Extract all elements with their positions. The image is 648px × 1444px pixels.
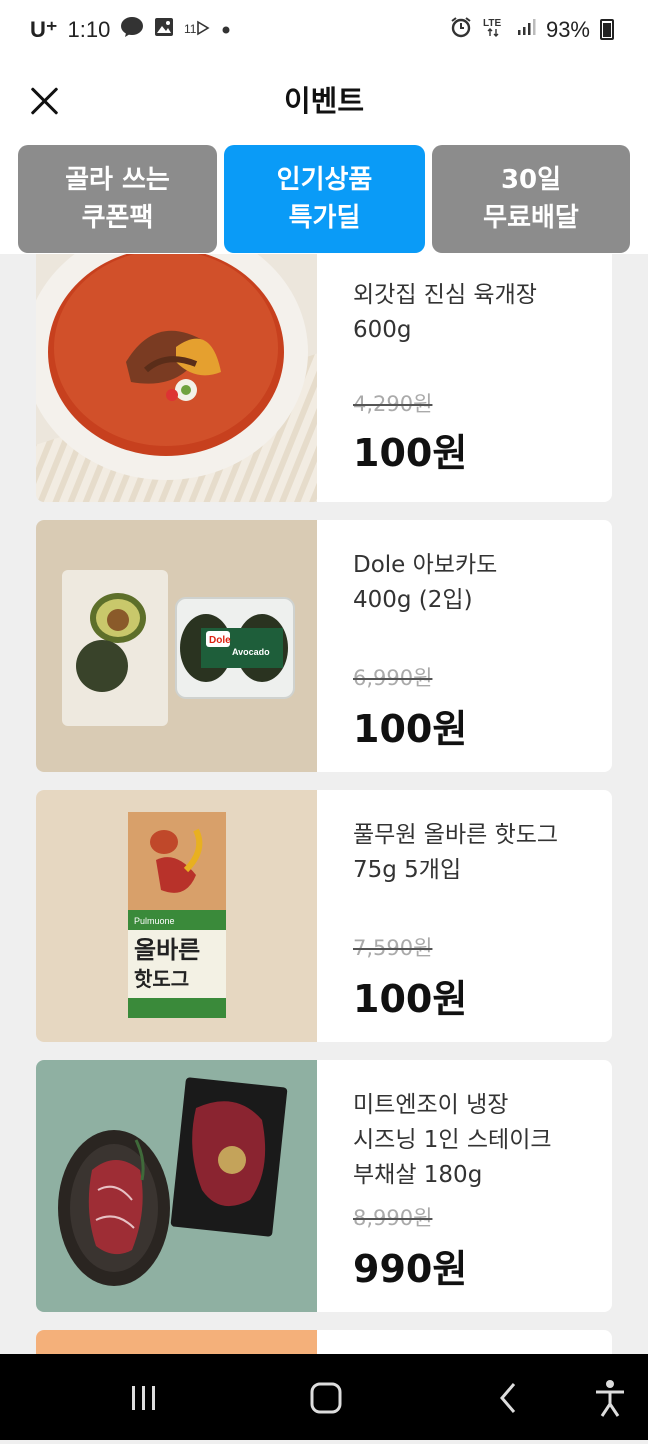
product-image <box>36 254 317 502</box>
tab-coupon-pack[interactable]: 골라 쓰는쿠폰팩 <box>18 145 217 253</box>
product-list[interactable]: 외갓집 진심 육개장 600g 4,290원 100원 Dole Avocado <box>0 254 648 1354</box>
event-tabs: 골라 쓰는쿠폰팩 인기상품특가딜 30일무료배달 <box>0 145 648 254</box>
carrier-label: U⁺ <box>30 16 58 42</box>
hotdog-title-1: 올바른 <box>134 936 200 964</box>
tab-popular-deals[interactable]: 인기상품특가딜 <box>224 145 425 253</box>
status-bar: U⁺ 1:10 11 LTE 93% <box>0 0 648 60</box>
product-name: 미트엔조이 냉장 시즈닝 1인 스테이크 부채살 180g <box>353 1092 552 1188</box>
product-name: 풀무원 올바른 핫도그 75g 5개입 <box>353 822 559 883</box>
lte-icon: LTE <box>482 16 506 43</box>
recent-apps-icon[interactable] <box>96 1354 196 1440</box>
product-name: 외갓집 진심 육개장 600g <box>353 282 537 343</box>
dot-icon <box>220 19 232 41</box>
back-icon[interactable] <box>458 1354 558 1440</box>
battery-percent: 93% <box>545 16 590 42</box>
talk-icon <box>120 16 144 43</box>
original-price: 6,990원 <box>353 666 433 690</box>
tab-label-line1: 골라 쓰는 <box>65 165 170 195</box>
system-nav-bar <box>0 1354 648 1440</box>
avocado-brand-text: Dole <box>209 635 231 646</box>
avocado-label-text: Avocado <box>232 647 270 657</box>
sale-price: 100원 <box>353 977 468 1021</box>
alarm-icon <box>450 16 472 43</box>
tab-free-delivery[interactable]: 30일무료배달 <box>432 145 630 253</box>
original-price: 7,590원 <box>353 936 433 960</box>
accessibility-icon[interactable] <box>560 1354 648 1440</box>
signal-icon <box>516 17 536 42</box>
product-card[interactable]: Pulmuone 올바른 핫도그 풀무원 올바른 핫도그 75g 5개입 7,5… <box>36 790 612 1042</box>
product-info: 미트엔조이 냉장 시즈닝 1인 스테이크 부채살 180g 8,990원 990… <box>317 1060 612 1312</box>
product-card[interactable]: 미트엔조이 냉장 시즈닝 1인 스테이크 부채살 180g 8,990원 990… <box>36 1060 612 1312</box>
tab-label-line1: 30일 <box>500 165 562 195</box>
svg-text:11: 11 <box>184 22 197 36</box>
sale-price: 990원 <box>353 1247 468 1291</box>
product-info: 외갓집 진심 육개장 600g 4,290원 100원 <box>317 254 612 502</box>
product-card[interactable] <box>36 1330 612 1354</box>
hotdog-title-2: 핫도그 <box>134 967 189 991</box>
11st-icon: 11 <box>184 19 210 41</box>
hotdog-brand-text: Pulmuone <box>134 916 175 926</box>
product-card[interactable]: Dole Avocado Dole 아보카도 400g (2입) 6,990원 … <box>36 520 612 772</box>
original-price: 4,290원 <box>353 392 433 416</box>
tab-label-line2: 특가딜 <box>288 203 361 233</box>
product-card[interactable]: 외갓집 진심 육개장 600g 4,290원 100원 <box>36 254 612 502</box>
tab-label-line2: 쿠폰팩 <box>81 203 154 233</box>
original-price: 8,990원 <box>353 1206 433 1230</box>
sale-price: 100원 <box>353 431 468 475</box>
clock: 1:10 <box>67 16 111 42</box>
app-bar: 이벤트 <box>0 60 648 145</box>
product-info: 풀무원 올바른 핫도그 75g 5개입 7,590원 100원 <box>317 790 612 1042</box>
battery-icon <box>600 19 614 40</box>
product-image <box>36 1330 317 1354</box>
tab-label-line2: 무료배달 <box>483 203 579 233</box>
product-image <box>36 1060 317 1312</box>
product-name: Dole 아보카도 400g (2입) <box>353 552 498 613</box>
product-info: Dole 아보카도 400g (2입) 6,990원 100원 <box>317 520 612 772</box>
tab-label-line1: 인기상품 <box>276 165 373 195</box>
home-icon[interactable] <box>276 1354 376 1440</box>
page-title: 이벤트 <box>283 84 365 118</box>
svg-text:LTE: LTE <box>483 18 501 29</box>
product-image: Pulmuone 올바른 핫도그 <box>36 790 317 1042</box>
product-image: Dole Avocado <box>36 520 317 772</box>
gallery-icon <box>154 17 174 42</box>
sale-price: 100원 <box>353 707 468 751</box>
